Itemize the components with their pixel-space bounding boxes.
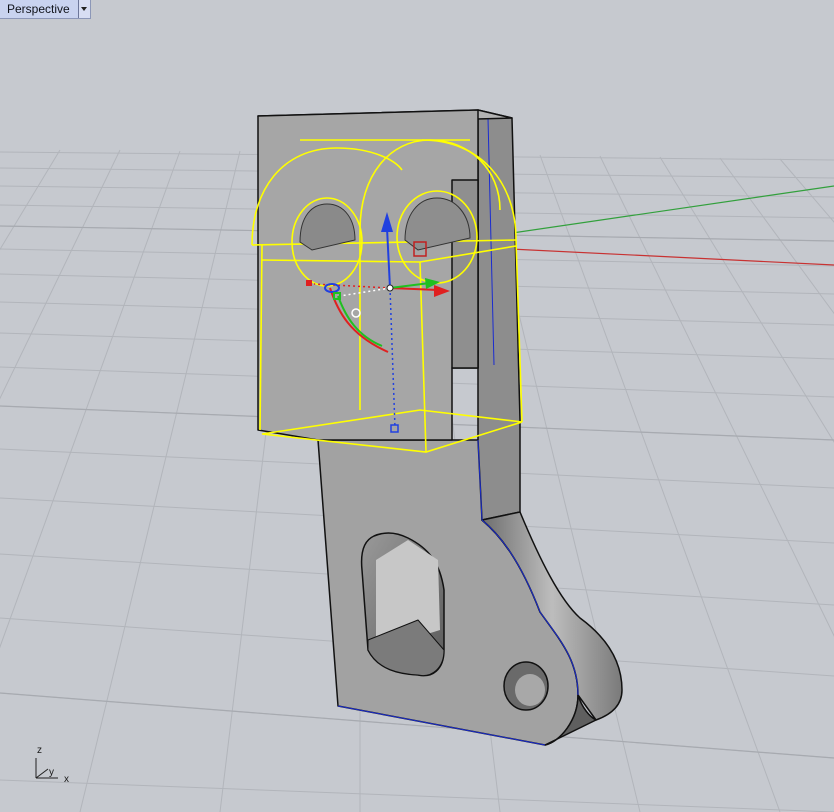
perspective-viewport[interactable]: z y x: [0, 0, 834, 812]
viewport-canvas[interactable]: z y x: [0, 0, 834, 812]
axis-y-label: y: [49, 767, 54, 778]
axis-x-label: x: [64, 774, 69, 785]
axis-indicator: z y x: [35, 745, 69, 785]
part-side-face[interactable]: [477, 109, 521, 521]
viewport-title-tab[interactable]: Perspective: [0, 0, 91, 19]
axis-z-label: z: [37, 745, 42, 756]
part-upper-front[interactable]: [257, 109, 479, 441]
part-hole-inner: [515, 674, 545, 706]
gumball-scale-x[interactable]: [306, 280, 312, 286]
chevron-down-icon[interactable]: [77, 0, 90, 18]
viewport-title[interactable]: Perspective: [0, 0, 78, 18]
gumball-origin[interactable]: [386, 284, 394, 292]
